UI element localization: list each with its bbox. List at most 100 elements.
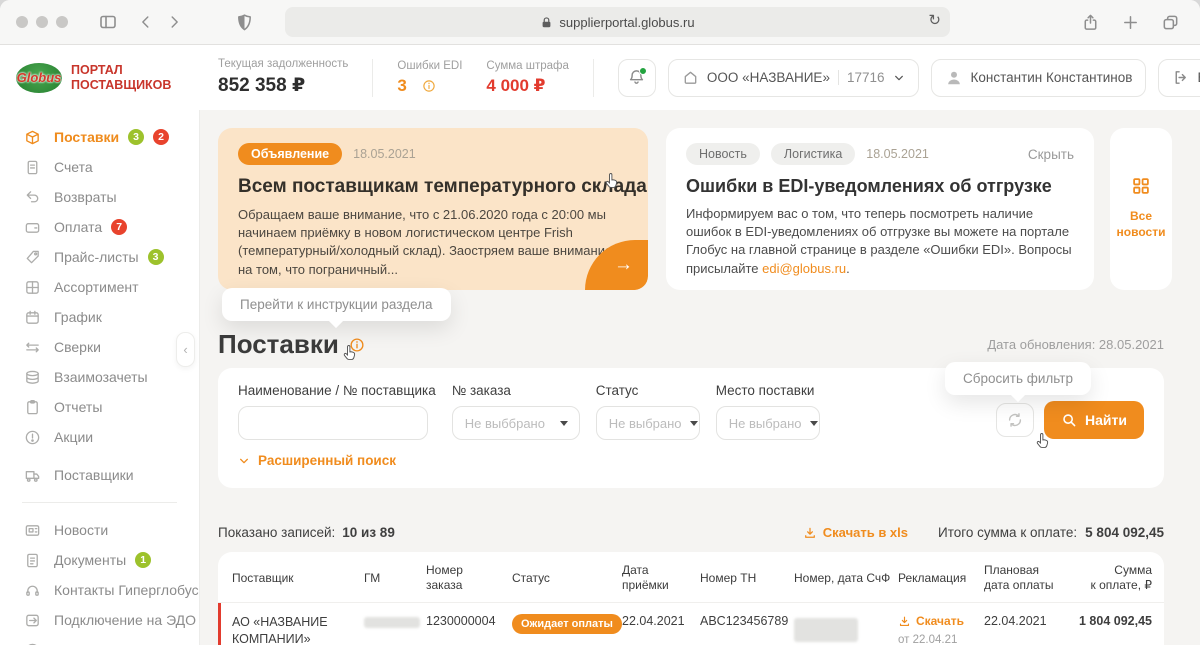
logout-button[interactable]: Выйти xyxy=(1158,58,1200,97)
user-button[interactable]: Константин Константинов xyxy=(930,58,1147,97)
total-value: 5 804 092,45 xyxy=(1085,525,1164,540)
back-button[interactable] xyxy=(132,8,160,36)
total-label: Итого сумма к оплате: xyxy=(938,525,1078,540)
hide-news-link[interactable]: Скрыть xyxy=(1028,147,1074,162)
user-name: Константин Константинов xyxy=(970,70,1133,85)
sidebar-item-reconciliation[interactable]: Сверки xyxy=(0,332,199,362)
share-icon[interactable] xyxy=(1076,8,1104,36)
news-icon xyxy=(25,524,40,536)
sidebar-item-partial[interactable] xyxy=(0,635,199,645)
traffic-light-minimize[interactable] xyxy=(36,16,48,28)
col-header[interactable]: Плановая дата оплаты xyxy=(984,563,1070,593)
sidebar-item-promos[interactable]: Акции xyxy=(0,422,199,452)
current-debt: Текущая задолженность 852 358 ₽ xyxy=(218,58,349,96)
chevron-down-icon xyxy=(240,458,248,463)
download-icon xyxy=(804,527,815,538)
sidebar-item-supplies[interactable]: Поставки 3 2 xyxy=(0,122,199,152)
order-filter: № заказа Не выббрано xyxy=(451,383,580,440)
new-tab-icon[interactable] xyxy=(1116,8,1144,36)
table-row[interactable]: АО «НАЗВАНИЕ КОМПАНИИ» 26743 1230000004 … xyxy=(218,603,1164,645)
status-select[interactable]: Не выбрано xyxy=(595,406,700,440)
search-button[interactable]: Найти xyxy=(1044,401,1144,439)
sidebar-item-edo[interactable]: Подключение на ЭДО xyxy=(0,605,199,635)
place-select[interactable]: Не выбрано xyxy=(715,406,820,440)
sidebar-collapse-button[interactable]: ‹ xyxy=(176,332,195,367)
sidebar-item-schedule[interactable]: График xyxy=(0,302,199,332)
col-header[interactable]: Номер ТН xyxy=(700,571,794,586)
sidebar-item-offsets[interactable]: Взаимозачеты xyxy=(0,362,199,392)
portal-logo[interactable]: Globus ПОРТАЛ ПОСТАВЩИКОВ xyxy=(0,62,200,93)
cell-status: Ожидает оплаты xyxy=(512,614,622,634)
order-select[interactable]: Не выббрано xyxy=(451,406,580,440)
globus-logo-icon: Globus xyxy=(16,62,62,93)
place-filter: Место поставки Не выбрано xyxy=(715,383,820,440)
col-header[interactable]: Сумма к оплате, ₽ xyxy=(1070,563,1152,593)
supplies-table: Поставщик ГМ Номер заказа Статус Дата пр… xyxy=(218,552,1164,645)
company-selector[interactable]: ООО «НАЗВАНИЕ» 17716 xyxy=(667,58,919,97)
cell-sum: 1 804 092,45 xyxy=(1079,614,1152,628)
truck-icon xyxy=(25,470,40,482)
sidebar-item-payment[interactable]: Оплата 7 xyxy=(0,212,199,242)
shield-icon[interactable] xyxy=(230,8,258,36)
advanced-search-link[interactable]: Расширенный поиск xyxy=(238,453,1144,468)
instruction-tooltip: Перейти к инструкции раздела xyxy=(222,288,451,321)
coins-icon xyxy=(26,370,39,384)
badge-count: 1 xyxy=(135,552,152,568)
info-icon[interactable] xyxy=(422,79,436,93)
lock-icon xyxy=(543,16,551,27)
announcement-badge: Объявление xyxy=(238,143,343,165)
page-title: Поставки xyxy=(218,329,339,359)
announcement-title: Всем поставщикам температурного склада! xyxy=(238,176,648,197)
shown-records-value: 10 из 89 xyxy=(342,525,395,540)
col-header[interactable]: Дата приёмки xyxy=(622,563,700,593)
reclamation-download-link[interactable]: Скачать xyxy=(898,614,984,628)
notifications-button[interactable] xyxy=(617,58,656,97)
sidebar-item-reports[interactable]: Отчеты xyxy=(0,392,199,422)
traffic-light-close[interactable] xyxy=(16,16,28,28)
supplier-name-input[interactable] xyxy=(238,406,428,440)
email-link[interactable]: edi@globus.ru xyxy=(762,261,846,276)
cell-schf: 22.04.2021 xyxy=(794,614,898,645)
forward-button[interactable] xyxy=(160,8,188,36)
col-header[interactable]: Номер, дата СчФ xyxy=(794,571,898,586)
main-content: Объявление 18.05.2021 Всем поставщикам т… xyxy=(200,110,1200,645)
sidebar-item-assortment[interactable]: Ассортимент xyxy=(0,272,199,302)
sidebar-item-contacts[interactable]: Контакты Гиперглобус xyxy=(0,575,199,605)
sidebar-item-invoices[interactable]: Счета xyxy=(0,152,199,182)
sidebar-item-pricelists[interactable]: Прайс-листы 3 xyxy=(0,242,199,272)
headset-icon xyxy=(26,585,39,596)
notification-dot xyxy=(638,66,647,75)
sidebar-item-news[interactable]: Новости xyxy=(0,515,199,545)
status-filter: Статус Не выбрано xyxy=(595,383,700,440)
all-news-button[interactable]: Все новости xyxy=(1110,128,1172,290)
news-title: Ошибки в EDI-уведомлениях об отгрузке xyxy=(686,176,1052,196)
sidebar-item-suppliers[interactable]: Поставщики xyxy=(0,460,199,490)
col-header[interactable]: Рекламация xyxy=(898,571,984,586)
reset-icon xyxy=(1008,413,1022,427)
sidebar-toggle-icon[interactable] xyxy=(94,8,122,36)
col-header[interactable]: Поставщик xyxy=(232,571,364,586)
fine-value: 4 000 ₽ xyxy=(486,75,546,95)
status-badge: Ожидает оплаты xyxy=(512,614,622,634)
reset-filter-button[interactable] xyxy=(996,403,1035,437)
sidebar-item-returns[interactable]: Возвраты xyxy=(0,182,199,212)
refresh-icon[interactable]: ↻ xyxy=(928,11,941,29)
col-header[interactable]: ГМ xyxy=(364,571,426,586)
address-bar[interactable]: supplierportal.globus.ru ↻ xyxy=(285,7,950,37)
col-header[interactable]: Статус xyxy=(512,571,622,586)
traffic-light-zoom[interactable] xyxy=(56,16,68,28)
browser-chrome: supplierportal.globus.ru ↻ xyxy=(0,0,1200,45)
section-info-icon[interactable] xyxy=(349,337,365,353)
tabs-overview-icon[interactable] xyxy=(1156,8,1184,36)
sidebar-item-documents[interactable]: Документы 1 xyxy=(0,545,199,575)
wallet-icon xyxy=(25,222,40,233)
announcement-card[interactable]: Объявление 18.05.2021 Всем поставщикам т… xyxy=(218,128,648,290)
cell-tn: ABC123456789 xyxy=(700,614,789,628)
col-header[interactable]: Номер заказа xyxy=(426,563,512,593)
news-card[interactable]: Новость Логистика 18.05.2021 Скрыть Ошиб… xyxy=(666,128,1094,290)
cell-order: 1230000004 xyxy=(426,614,496,628)
portal-logo-title: ПОРТАЛ ПОСТАВЩИКОВ xyxy=(71,62,172,92)
news-body: Информируем вас о том, что теперь посмот… xyxy=(686,206,1072,276)
caret-down-icon xyxy=(689,420,698,426)
download-xls-link[interactable]: Скачать в xls xyxy=(803,525,908,540)
